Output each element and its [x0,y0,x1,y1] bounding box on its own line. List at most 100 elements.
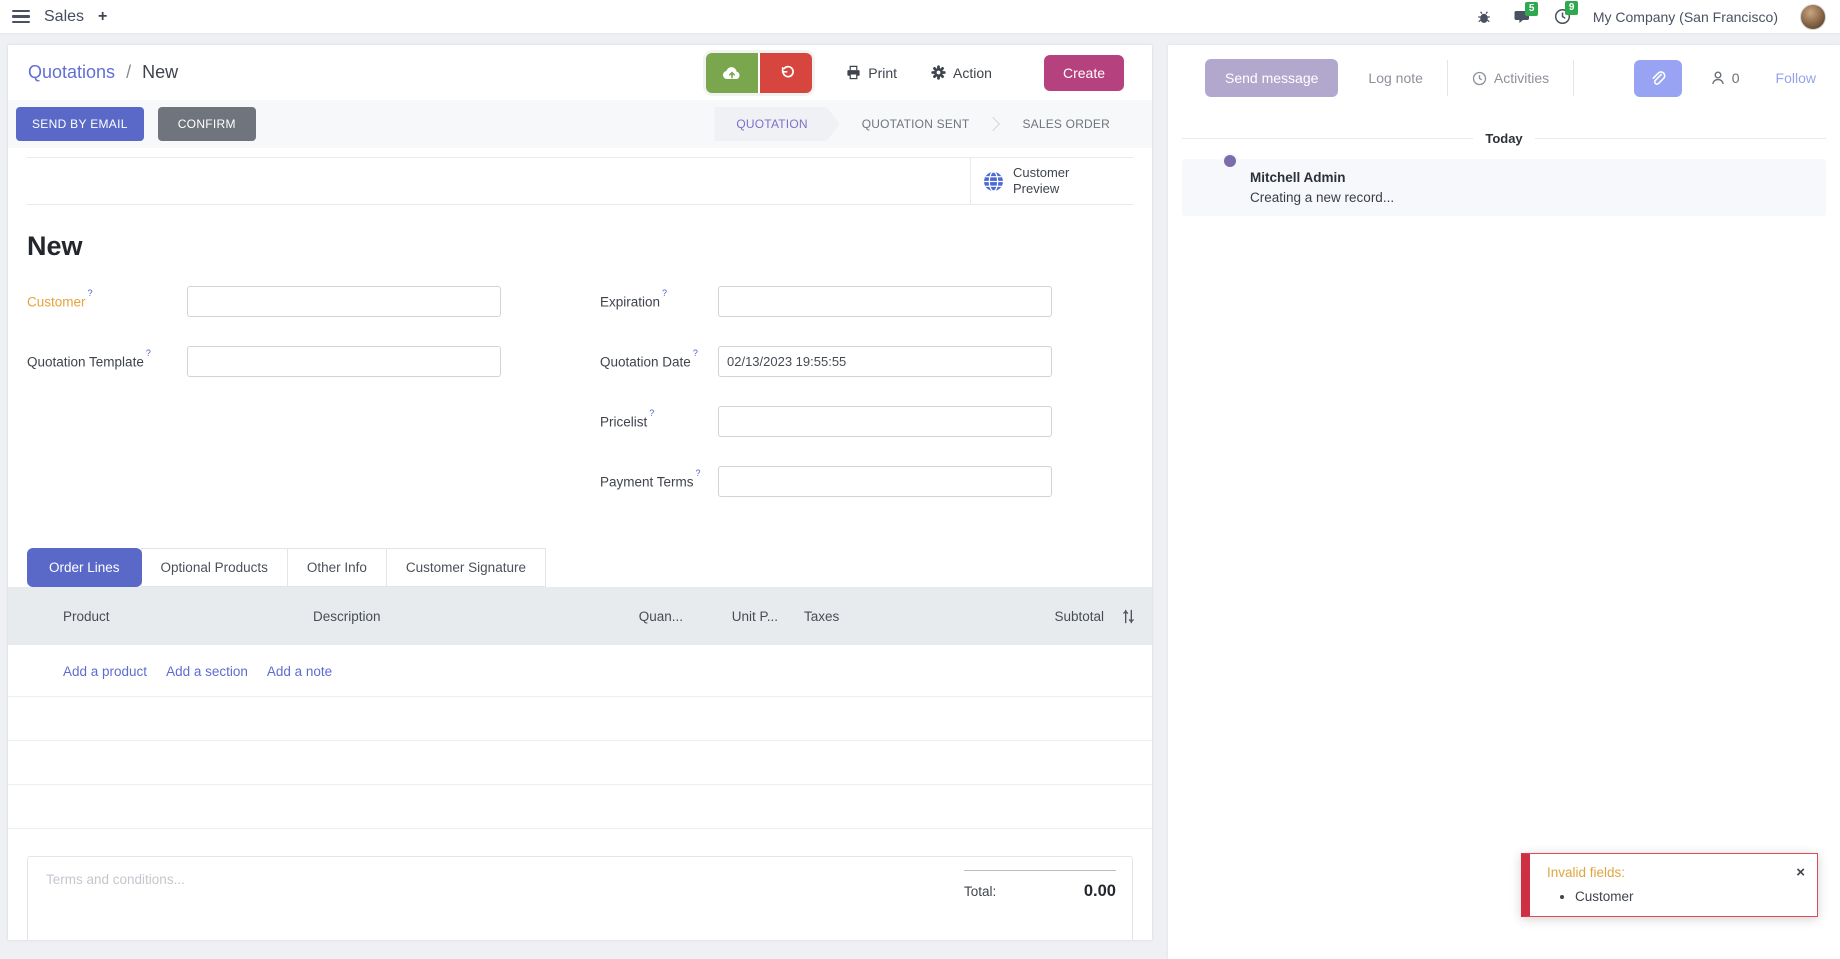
send-message-button[interactable]: Send message [1205,59,1338,97]
action-menu-button[interactable]: Action [931,65,992,81]
list-add-links: Add a product Add a section Add a note [8,645,1152,697]
company-switcher[interactable]: My Company (San Francisco) [1593,9,1778,25]
field-payment-terms: Payment Terms? [600,466,1133,497]
add-a-section-link[interactable]: Add a section [166,664,248,679]
globe-icon [983,171,1004,192]
tab-optional-products[interactable]: Optional Products [141,548,288,587]
payment-terms-input[interactable] [718,466,1052,497]
sliders-icon [1121,609,1136,624]
totals-section: Total: 0.00 [27,856,1133,940]
field-quotation-template: Quotation Template? [27,346,560,377]
pricelist-input[interactable] [718,406,1052,437]
invalid-field-item: Customer [1575,889,1805,904]
chatter-topbar: Send message Log note Activities 0 Follo… [1168,45,1840,111]
message-author: Mitchell Admin [1250,170,1394,185]
clock-icon [1472,71,1487,86]
schedule-activity-button[interactable]: Activities [1472,70,1549,86]
followers-count: 0 [1732,70,1740,86]
add-a-product-link[interactable]: Add a product [63,664,147,679]
field-expiration: Expiration? [600,286,1133,317]
messages-icon[interactable]: 5 [1514,9,1532,25]
total-value: 0.00 [1084,882,1116,901]
stage-quotation[interactable]: QUOTATION [714,107,839,141]
control-panel: Quotations / New [8,45,1152,100]
message-body: Creating a new record... [1250,190,1394,205]
empty-table-row [8,741,1152,785]
quotation-template-input[interactable] [187,346,501,377]
order-lines-header: Product Description Quan... Unit P... Ta… [8,587,1152,645]
log-note-button[interactable]: Log note [1368,70,1423,86]
toast-title: Invalid fields: [1547,865,1625,880]
print-button[interactable]: Print [846,65,897,81]
column-subtotal[interactable]: Subtotal [944,609,1104,624]
form-sheet: Customer Preview New Customer? Quotation… [8,148,1152,940]
create-button[interactable]: Create [1044,55,1124,91]
total-label: Total: [964,884,996,899]
customer-preview-button[interactable]: Customer Preview [970,158,1133,204]
stage-quotation-sent[interactable]: QUOTATION SENT [840,107,992,141]
invalid-fields-toast: Invalid fields: × Customer [1521,853,1818,917]
activities-badge: 9 [1565,1,1579,15]
debug-bug-icon[interactable] [1476,9,1492,25]
top-navbar: Sales + 5 9 My Company (San Francisco) [0,0,1840,33]
breadcrumb: Quotations / New [28,62,178,83]
tab-order-lines[interactable]: Order Lines [27,548,142,587]
new-tab-button[interactable]: + [98,8,107,26]
chatter-message[interactable]: Mitchell Admin Creating a new record... [1182,159,1826,216]
save-record-button[interactable] [706,53,758,93]
field-grid: Customer? Quotation Template? Expiration… [27,286,1133,508]
help-marker: ? [88,288,93,298]
attach-files-button[interactable] [1634,60,1682,97]
paperclip-icon [1649,70,1666,87]
cloud-upload-icon [722,65,742,81]
quotation-date-input[interactable] [718,346,1052,377]
field-pricelist: Pricelist? [600,406,1133,437]
empty-table-row [8,697,1152,741]
add-a-note-link[interactable]: Add a note [267,664,332,679]
user-avatar[interactable] [1800,4,1826,30]
apps-menu-icon[interactable] [12,10,30,23]
preview-row: Customer Preview [27,157,1133,205]
breadcrumb-quotations[interactable]: Quotations [28,62,115,82]
date-divider: Today [1182,131,1826,146]
gear-icon [931,65,946,80]
column-product[interactable]: Product [8,609,313,624]
optional-columns-button[interactable] [1104,609,1152,624]
empty-table-row [8,785,1152,829]
column-unit-price[interactable]: Unit P... [683,609,782,624]
column-taxes[interactable]: Taxes [782,609,944,624]
total-block: Total: 0.00 [964,870,1116,901]
follower-person-icon [1710,70,1726,86]
messages-badge: 5 [1525,2,1539,16]
activities-clock-icon[interactable]: 9 [1554,8,1571,25]
send-by-email-button[interactable]: SEND BY EMAIL [16,107,144,141]
followers-button[interactable]: 0 [1710,70,1740,86]
printer-icon [846,65,861,80]
expiration-input[interactable] [718,286,1052,317]
notebook-tabs: Order Lines Optional Products Other Info… [27,548,1133,587]
undo-icon [778,65,795,81]
tab-other-info[interactable]: Other Info [287,548,387,587]
statusbar: SEND BY EMAIL CONFIRM QUOTATION QUOTATIO… [8,100,1152,148]
stage-indicator: QUOTATION QUOTATION SENT SALES ORDER [714,107,1132,141]
field-customer: Customer? [27,286,560,317]
invalid-fields-list: Customer [1547,889,1805,904]
discard-changes-button[interactable] [760,53,812,93]
tab-customer-signature[interactable]: Customer Signature [386,548,546,587]
record-title: New [27,231,1133,262]
presence-indicator [1222,153,1238,169]
follow-button[interactable]: Follow [1776,70,1816,86]
stage-sales-order[interactable]: SALES ORDER [1000,107,1132,141]
date-divider-label: Today [1485,131,1522,146]
customer-input[interactable] [187,286,501,317]
column-quantity[interactable]: Quan... [603,609,683,624]
breadcrumb-current: New [142,62,178,82]
app-name[interactable]: Sales [44,8,84,26]
chatter-panel: Send message Log note Activities 0 Follo… [1168,45,1840,959]
form-view-panel: Quotations / New [8,45,1152,940]
confirm-button[interactable]: CONFIRM [158,107,256,141]
terms-and-conditions-input[interactable] [44,870,648,940]
field-quotation-date: Quotation Date? [600,346,1133,377]
toast-close-icon[interactable]: × [1796,865,1805,880]
column-description[interactable]: Description [313,609,603,624]
